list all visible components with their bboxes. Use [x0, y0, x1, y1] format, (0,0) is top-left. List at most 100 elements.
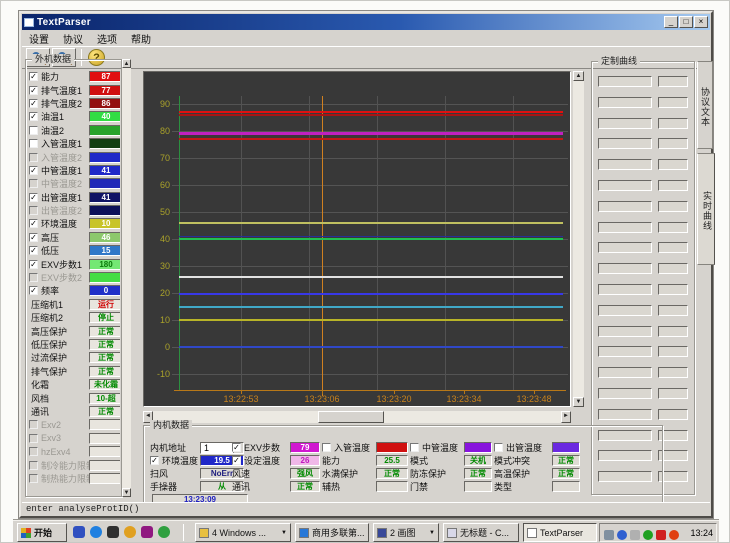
gridline-horizontal	[172, 266, 568, 267]
menu-item[interactable]: 选项	[90, 31, 124, 46]
custom-curve-name-field[interactable]	[598, 222, 652, 233]
taskbar-window-button[interactable]: 4 Windows ...▼	[195, 523, 291, 542]
sidebar-scroll-track[interactable]	[122, 59, 131, 497]
custom-curve-name-field[interactable]	[598, 305, 652, 316]
checkbox[interactable]	[29, 139, 38, 148]
quicklaunch-icon-1[interactable]	[73, 526, 85, 538]
chart-hscroll-thumb[interactable]	[318, 411, 384, 423]
custom-curve-name-field[interactable]	[598, 97, 652, 108]
close-button[interactable]: ×	[694, 16, 708, 28]
checkbox[interactable]	[29, 126, 38, 135]
titlebar[interactable]: TextParser _ □ ×	[22, 14, 710, 30]
sidebar-status-row: 风档10-超	[27, 391, 120, 404]
tray-icon-6[interactable]	[669, 530, 679, 540]
trend-chart[interactable]: 9080706050403020100-1013:22:5313:23:0613…	[143, 71, 571, 407]
custom-curve-name-field[interactable]	[598, 388, 652, 399]
custom-curve-value-field[interactable]	[658, 305, 688, 316]
maximize-button[interactable]: □	[679, 16, 693, 28]
custom-curve-name-field[interactable]	[598, 409, 652, 420]
custom-curve-name-field[interactable]	[598, 180, 652, 191]
custom-curve-value-field[interactable]	[658, 409, 688, 420]
custom-curve-value-field[interactable]	[658, 242, 688, 253]
checkbox[interactable]: ✓	[29, 86, 38, 95]
y-axis-tick-label: 40	[146, 234, 170, 244]
side-tab-2[interactable]: 实时曲线	[697, 153, 715, 265]
custom-curve-name-field[interactable]	[598, 76, 652, 87]
custom-curve-value-field[interactable]	[658, 76, 688, 87]
checkbox[interactable]	[410, 443, 419, 452]
scroll-up-icon[interactable]: ▲	[122, 59, 131, 68]
custom-curve-name-field[interactable]	[598, 326, 652, 337]
quicklaunch-icon-3[interactable]	[107, 526, 119, 538]
quicklaunch-icon-4[interactable]	[124, 526, 136, 538]
minimize-button[interactable]: _	[664, 16, 678, 28]
chevron-down-icon[interactable]: ▼	[281, 530, 287, 536]
chart-scroll-up-icon[interactable]: ▲	[573, 71, 584, 81]
checkbox[interactable]: ✓	[29, 193, 38, 202]
tray-icon-4[interactable]	[643, 530, 653, 540]
checkbox[interactable]: ✓	[29, 233, 38, 242]
custom-curve-value-field[interactable]	[658, 97, 688, 108]
custom-curve-value-field[interactable]	[658, 388, 688, 399]
start-button[interactable]: 开始	[17, 523, 67, 542]
checkbox[interactable]: ✓	[29, 246, 38, 255]
custom-curve-value-field[interactable]	[658, 326, 688, 337]
sidebar-row: ✓油温140	[27, 110, 120, 123]
custom-curve-name-field[interactable]	[598, 346, 652, 357]
checkbox[interactable]: ✓	[29, 99, 38, 108]
custom-curve-name-field[interactable]	[598, 263, 652, 274]
sidebar-row: ✓出管温度141	[27, 191, 120, 204]
tray-icon-1[interactable]	[604, 530, 614, 540]
custom-curve-value-field[interactable]	[658, 159, 688, 170]
chart-scroll-right-icon[interactable]: ►	[561, 411, 571, 423]
taskbar-window-button[interactable]: 商用多联第...	[295, 523, 369, 542]
custom-curve-name-field[interactable]	[598, 138, 652, 149]
taskbar-window-button[interactable]: 2 画图▼	[373, 523, 439, 542]
chevron-down-icon[interactable]: ▼	[429, 530, 435, 536]
quicklaunch-icon-5[interactable]	[141, 526, 153, 538]
side-tab-1[interactable]: 协议文本	[697, 61, 713, 149]
value-badge: 87	[89, 71, 120, 82]
scroll-down-icon[interactable]: ▼	[122, 488, 131, 497]
checkbox[interactable]: ✓	[29, 260, 38, 269]
menu-item[interactable]: 帮助	[124, 31, 158, 46]
chart-scroll-down-icon[interactable]: ▼	[573, 397, 584, 407]
checkbox[interactable]: ✓	[232, 443, 241, 452]
taskbar-window-button[interactable]: 无标题 - C...	[443, 523, 519, 542]
tray-icon-3[interactable]	[630, 530, 640, 540]
checkbox[interactable]	[494, 443, 503, 452]
custom-curve-value-field[interactable]	[658, 118, 688, 129]
status-badge: 正常	[89, 352, 120, 363]
custom-curve-name-field[interactable]	[598, 367, 652, 378]
custom-curve-value-field[interactable]	[658, 138, 688, 149]
custom-curve-value-field[interactable]	[658, 367, 688, 378]
checkbox[interactable]: ✓	[232, 456, 241, 465]
custom-curve-value-field[interactable]	[658, 284, 688, 295]
custom-curve-value-field[interactable]	[658, 346, 688, 357]
custom-curve-value-field[interactable]	[658, 263, 688, 274]
checkbox[interactable]: ✓	[29, 286, 38, 295]
checkbox[interactable]: ✓	[29, 166, 38, 175]
checkbox[interactable]: ✓	[29, 112, 38, 121]
checkbox[interactable]: ✓	[29, 219, 38, 228]
menu-item[interactable]: 协议	[56, 31, 90, 46]
custom-curve-name-field[interactable]	[598, 118, 652, 129]
custom-curve-name-field[interactable]	[598, 159, 652, 170]
checkbox[interactable]	[322, 443, 331, 452]
checkbox[interactable]: ✓	[150, 456, 159, 465]
menu-item[interactable]: 设置	[22, 31, 56, 46]
custom-curve-value-field[interactable]	[658, 201, 688, 212]
custom-curve-name-field[interactable]	[598, 201, 652, 212]
chart-vscroll-track[interactable]	[573, 71, 584, 407]
taskbar-window-button[interactable]: TextParser	[523, 523, 597, 542]
series-line	[179, 111, 563, 113]
tray-icon-5[interactable]	[656, 530, 666, 540]
tray-icon-2[interactable]	[617, 530, 627, 540]
custom-curve-name-field[interactable]	[598, 242, 652, 253]
quicklaunch-icon-2[interactable]	[90, 526, 102, 538]
checkbox[interactable]: ✓	[29, 72, 38, 81]
quicklaunch-icon-6[interactable]	[158, 526, 170, 538]
custom-curve-name-field[interactable]	[598, 284, 652, 295]
custom-curve-value-field[interactable]	[658, 180, 688, 191]
custom-curve-value-field[interactable]	[658, 222, 688, 233]
